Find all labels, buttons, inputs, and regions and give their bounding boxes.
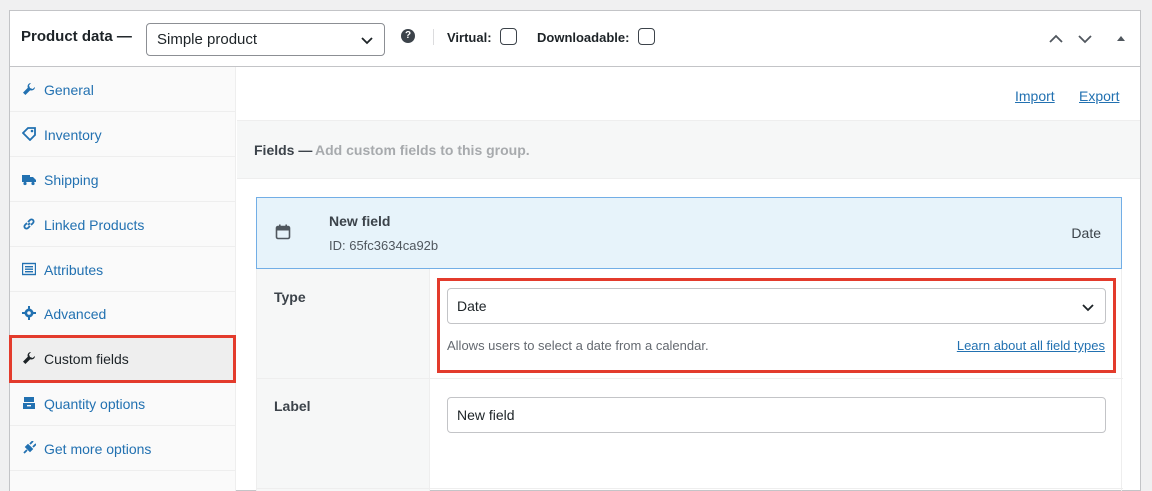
downloadable-label: Downloadable: [537, 30, 630, 45]
stack-icon [23, 397, 35, 409]
type-row-label: Type [274, 289, 306, 305]
chevron-up-icon[interactable] [1048, 31, 1064, 47]
tag-icon [22, 127, 36, 141]
truck-icon [22, 175, 36, 186]
downloadable-checkbox[interactable] [638, 28, 655, 45]
field-type-badge: Date [1071, 225, 1101, 241]
tab-label: Inventory [44, 127, 102, 143]
custom-fields-highlight [9, 335, 236, 383]
tab-general[interactable]: General [10, 67, 236, 112]
tab-quantity-options[interactable]: Quantity options [10, 381, 236, 426]
import-export-toolbar: Import Export [237, 67, 1140, 121]
tab-label: Linked Products [44, 217, 145, 233]
tab-label: Quantity options [44, 396, 146, 412]
tab-label: Shipping [44, 172, 99, 188]
virtual-checkbox[interactable] [500, 28, 517, 45]
label-row-label: Label [274, 398, 311, 414]
tab-label: Get more options [44, 441, 152, 457]
product-type-select[interactable]: Simple product [146, 23, 385, 56]
product-data-panel: Product data — Simple product ? Virtual:… [9, 10, 1141, 491]
calendar-icon [275, 224, 291, 240]
tab-label: Advanced [44, 306, 107, 322]
type-setting-highlight [437, 278, 1116, 373]
export-link[interactable]: Export [1079, 88, 1119, 104]
row-divider [257, 488, 1123, 489]
tab-linked-products[interactable]: Linked Products [10, 202, 236, 247]
tab-attributes[interactable]: Attributes [10, 247, 236, 292]
collapse-arrow-icon[interactable] [1113, 31, 1129, 47]
product-data-tabs: General Inventory Shipping Linked Produc… [9, 67, 236, 491]
product-data-title: Product data — [21, 28, 132, 45]
chevron-down-icon[interactable] [1077, 31, 1093, 47]
tab-inventory[interactable]: Inventory [10, 112, 236, 157]
tab-label: Attributes [44, 262, 104, 278]
import-link[interactable]: Import [1015, 88, 1055, 104]
field-settings: Type Date Allows users to select a date … [256, 269, 1123, 491]
virtual-label: Virtual: [447, 30, 492, 45]
tab-get-more-options[interactable]: Get more options [10, 426, 236, 471]
header-separator [433, 29, 434, 45]
chevron-down-icon [361, 37, 373, 45]
product-data-header: Product data — Simple product ? Virtual:… [10, 11, 1140, 67]
field-label-value: New field [457, 407, 515, 423]
gear-icon [22, 306, 36, 320]
row-divider [257, 378, 1123, 379]
tab-shipping[interactable]: Shipping [10, 157, 236, 202]
tab-label: General [44, 82, 94, 98]
help-icon[interactable]: ? [401, 29, 415, 43]
list-icon [22, 262, 36, 276]
field-name: New field [329, 213, 391, 229]
field-label-input[interactable]: New field [447, 397, 1106, 433]
wrench-icon [23, 83, 35, 95]
fields-group-header: Fields — Add custom fields to this group… [237, 121, 1140, 179]
fields-description: Add custom fields to this group. [315, 142, 530, 158]
tab-advanced[interactable]: Advanced [10, 291, 236, 336]
plugin-icon [23, 441, 36, 454]
link-icon [23, 218, 35, 230]
custom-fields-panel: Import Export Fields — Add custom fields… [237, 67, 1140, 491]
fields-title: Fields — [254, 142, 313, 158]
field-id: ID: 65fc3634ca92b [329, 238, 439, 253]
field-header[interactable]: New field ID: 65fc3634ca92b Date [256, 197, 1122, 269]
product-type-value: Simple product [157, 31, 258, 48]
